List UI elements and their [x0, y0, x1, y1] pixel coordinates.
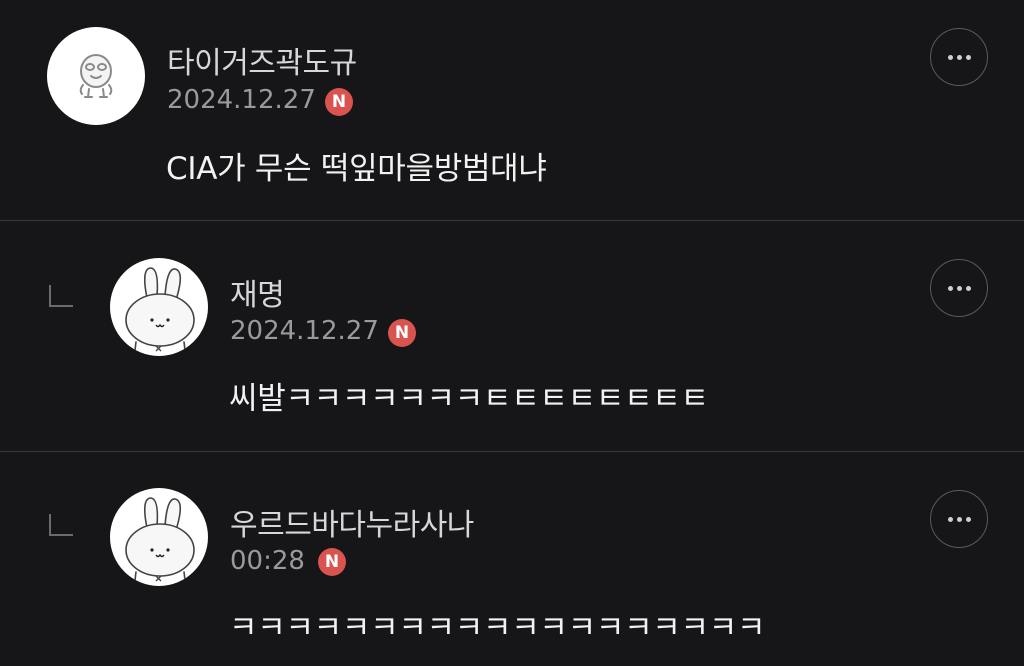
avatar[interactable] [110, 488, 208, 586]
dot-icon [965, 54, 971, 60]
comment-author[interactable]: 우르드바다누라사나 [230, 500, 474, 544]
new-badge: N [388, 319, 416, 347]
dot-icon [947, 285, 953, 291]
comment-text: CIA가 무슨 떡잎마을방범대냐 [166, 151, 547, 187]
dot-icon [956, 285, 962, 291]
more-options-button[interactable] [930, 259, 988, 317]
avatar[interactable] [47, 27, 145, 125]
divider [0, 451, 1024, 452]
reply-indicator-icon [49, 285, 73, 307]
new-badge: N [325, 88, 353, 116]
dot-icon [965, 285, 971, 291]
dot-icon [947, 516, 953, 522]
comment-date: 00:28 [230, 546, 305, 576]
avatar[interactable] [110, 258, 208, 356]
reply-indicator-icon [49, 514, 73, 536]
duck-character-icon [79, 54, 113, 98]
rabbit-character-icon [125, 267, 195, 356]
dot-icon [947, 54, 953, 60]
dot-icon [956, 516, 962, 522]
comment-author[interactable]: 타이거즈곽도규 [167, 38, 357, 82]
divider [0, 220, 1024, 221]
rabbit-character-icon [125, 497, 195, 586]
comment-text: 씨발ㅋㅋㅋㅋㅋㅋㅋㅌㅌㅌㅌㅌㅌㅌㅌ [229, 381, 709, 417]
more-options-button[interactable] [930, 490, 988, 548]
dot-icon [956, 54, 962, 60]
new-badge: N [318, 548, 346, 576]
comment-text: ㅋㅋㅋㅋㅋㅋㅋㅋㅋㅋㅋㅋㅋㅋㅋㅋㅋㅋㅋ [229, 610, 766, 646]
comment-date: 2024.12.27 [230, 316, 379, 346]
more-options-button[interactable] [930, 28, 988, 86]
comment-date: 2024.12.27 [167, 85, 316, 115]
comment-author[interactable]: 재명 [230, 270, 285, 314]
dot-icon [965, 516, 971, 522]
